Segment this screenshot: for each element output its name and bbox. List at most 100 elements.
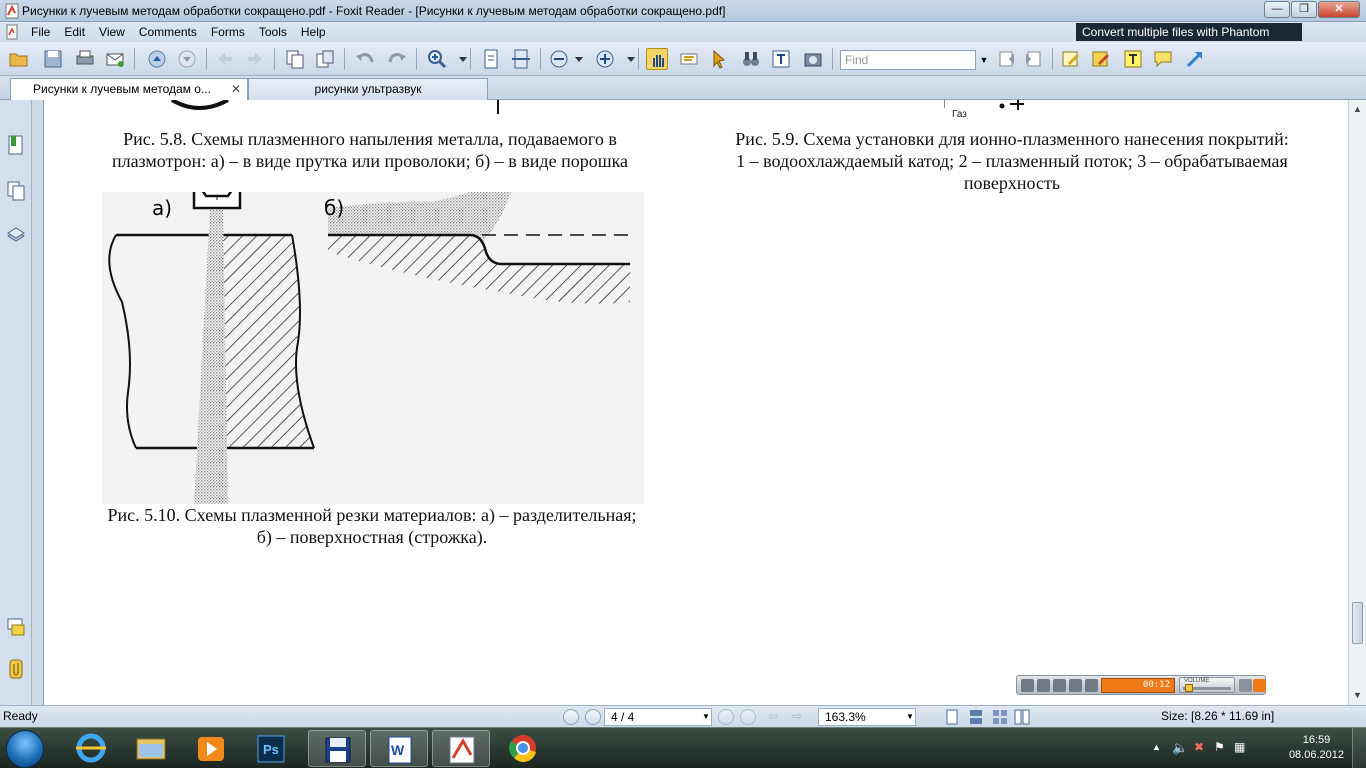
binoculars-icon[interactable] [740,48,762,70]
attachments-paperclip-icon[interactable] [6,658,26,680]
undo-icon[interactable] [354,48,376,70]
page-number-input[interactable]: 4 / 4 [604,708,712,726]
tab-document-ultrasound[interactable]: рисунки ультразвук [248,78,488,100]
facing-view-icon[interactable] [992,709,1008,725]
first-page-icon[interactable] [563,709,579,725]
forward-arrow-icon[interactable] [244,48,266,70]
next-page-icon[interactable] [176,48,198,70]
zoom-in-icon[interactable] [426,48,448,70]
tab-close-icon[interactable]: ✕ [231,79,241,99]
clock[interactable]: 16:59 08.06.2012 [1289,733,1344,763]
back-view-icon[interactable]: ⇦ [768,709,778,723]
find-dropdown-icon[interactable]: ▼ [977,50,991,70]
pdf-page-view[interactable]: Газ Рис. 5.8. Схемы плазменного напылени… [44,100,1348,705]
action-center-icon[interactable]: ⚑ [1214,740,1225,754]
hand-tool-icon[interactable] [646,48,668,70]
bookmarks-panel-icon[interactable] [6,134,26,156]
zoom-in-dropdown-icon[interactable] [620,48,635,70]
network-warning-icon[interactable]: ✖ [1194,740,1204,754]
photoshop-icon[interactable]: Ps [242,730,300,767]
find-next-icon[interactable] [1022,48,1044,70]
player-next-icon[interactable] [1085,679,1098,692]
media-player-icon[interactable] [182,730,240,767]
scroll-up-icon[interactable]: ▲ [1353,104,1362,114]
zoom-dropdown-icon[interactable] [452,48,467,70]
vertical-scrollbar[interactable]: ▲ ▼ [1348,100,1366,705]
menu-tools[interactable]: Tools [252,22,294,42]
highlight-pen-icon[interactable] [1090,48,1112,70]
continuous-view-icon[interactable] [968,709,984,725]
windows-explorer-icon[interactable] [122,730,180,767]
scroll-down-icon[interactable]: ▼ [1353,690,1362,700]
open-folder-icon[interactable] [8,48,30,70]
layers-icon[interactable] [6,224,26,246]
callout-icon[interactable] [1152,48,1174,70]
menu-comments[interactable]: Comments [132,22,204,42]
typewriter-icon[interactable] [770,48,792,70]
redo-icon[interactable] [386,48,408,70]
arrow-annotation-icon[interactable] [1184,48,1206,70]
close-button[interactable]: ✕ [1318,1,1360,18]
next-page-status-icon[interactable] [718,709,734,725]
foxit-reader-taskbar-icon[interactable] [432,730,490,767]
player-stop-icon[interactable] [1053,679,1066,692]
internet-explorer-icon[interactable] [62,730,120,767]
menu-help[interactable]: Help [294,22,333,42]
zoom-in-circle-icon[interactable] [594,48,616,70]
zoom-level-input[interactable]: 163.3% [818,708,916,726]
last-page-icon[interactable] [740,709,756,725]
player-prev-icon[interactable] [1069,679,1082,692]
paste-pages-icon[interactable] [314,48,336,70]
menu-view[interactable]: View [92,22,132,42]
menu-forms[interactable]: Forms [204,22,252,42]
player-close-icon[interactable] [1253,679,1266,692]
menu-file[interactable]: File [24,22,57,42]
player-play-icon[interactable] [1021,679,1034,692]
page-thumbnails-icon[interactable] [6,180,26,202]
save-icon[interactable] [42,48,64,70]
text-box-icon[interactable] [1122,48,1144,70]
player-minimize-icon[interactable] [1239,679,1252,692]
fit-page-icon[interactable] [480,48,502,70]
page-dropdown-icon[interactable]: ▼ [702,712,710,721]
document-icon[interactable] [4,24,20,40]
phantom-promo-banner[interactable]: Convert multiple files with Phantom [1076,23,1302,41]
word-icon[interactable]: W [370,730,428,767]
tab-document-active[interactable]: Рисунки к лучевым методам о... ✕ [10,78,248,100]
player-pause-icon[interactable] [1037,679,1050,692]
comments-panel-icon[interactable] [6,616,26,638]
snapshot-camera-icon[interactable] [802,48,824,70]
copy-pages-icon[interactable] [284,48,306,70]
minimize-button[interactable]: — [1264,1,1290,18]
volume-icon[interactable]: 🔈 [1172,740,1188,756]
fit-width-icon[interactable] [510,48,532,70]
zoom-out-circle-icon[interactable] [548,48,570,70]
maximize-button[interactable]: ❐ [1291,1,1317,18]
continuous-facing-view-icon[interactable] [1014,709,1030,725]
caption-fig-5-9: Рис. 5.9. Схема установки для ионно-плаз… [735,129,1289,193]
back-arrow-icon[interactable] [214,48,236,70]
email-icon[interactable] [104,48,126,70]
text-select-icon[interactable] [678,48,700,70]
zoom-level-dropdown-icon[interactable]: ▼ [906,712,914,721]
menu-edit[interactable]: Edit [57,22,92,42]
find-input[interactable]: Find [840,50,976,70]
start-button[interactable] [6,730,44,768]
find-previous-icon[interactable] [996,48,1018,70]
select-arrow-icon[interactable] [708,48,730,70]
input-language-icon[interactable]: ▦ [1234,740,1245,754]
forward-view-icon[interactable]: ⇨ [792,709,802,723]
previous-page-status-icon[interactable] [585,709,601,725]
save-disk-app-icon[interactable] [308,730,366,767]
previous-page-icon[interactable] [146,48,168,70]
note-pencil-icon[interactable] [1060,48,1082,70]
zoom-out-dropdown-icon[interactable] [568,48,583,70]
player-volume-slider[interactable]: VOLUME [1179,677,1235,693]
chrome-icon[interactable] [494,730,552,767]
tray-expand-icon[interactable]: ▲ [1152,742,1161,752]
show-desktop-button[interactable] [1352,728,1366,768]
panel-splitter[interactable] [32,100,44,705]
scrollbar-thumb[interactable] [1352,602,1363,644]
single-page-view-icon[interactable] [944,709,960,725]
print-icon[interactable] [74,48,96,70]
